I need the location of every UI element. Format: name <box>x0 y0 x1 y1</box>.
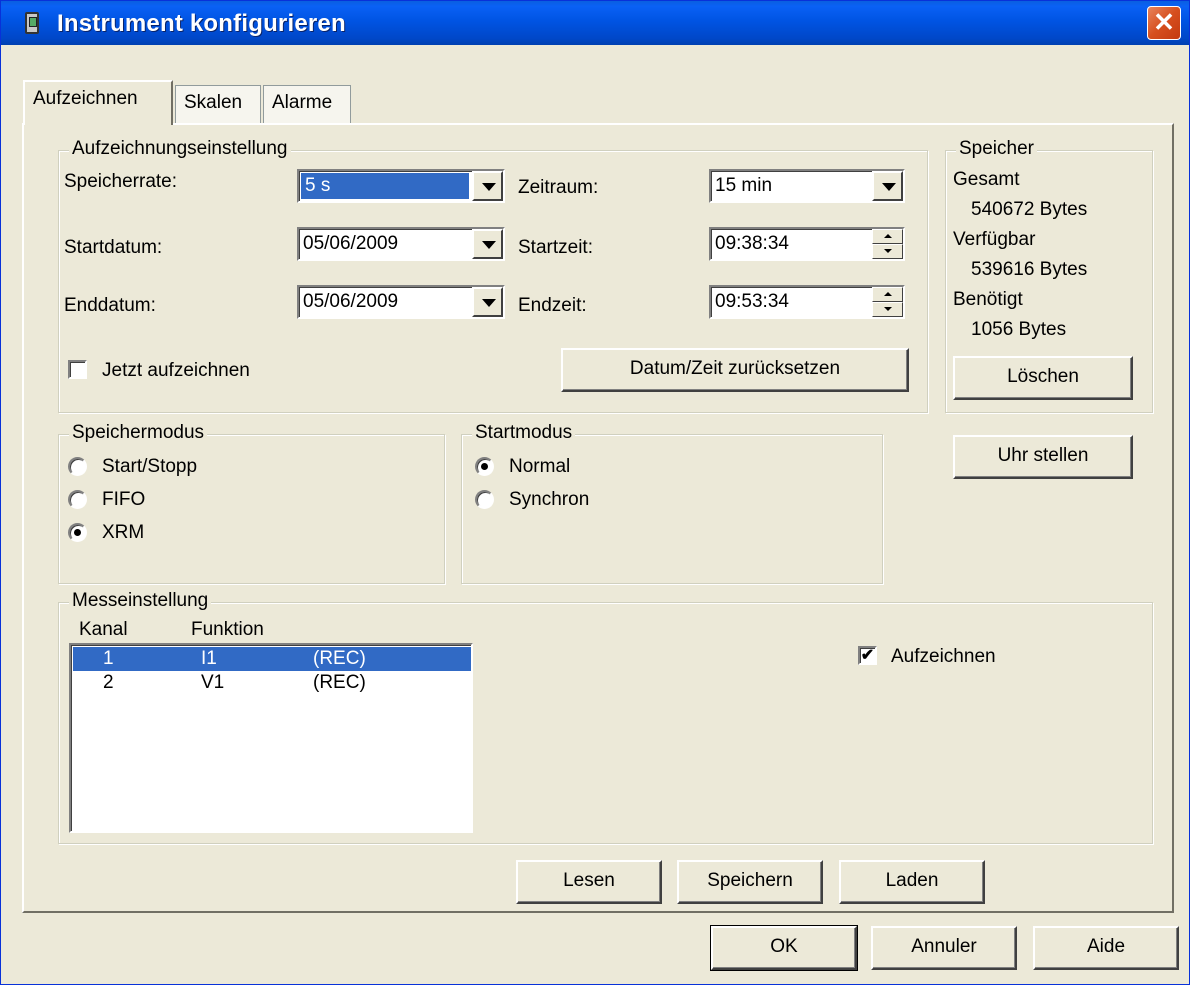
read-button[interactable]: Lesen <box>516 860 662 904</box>
channel-list[interactable]: 1 I1 (REC) 2 V1 (REC) <box>69 643 473 833</box>
cancel-button[interactable]: Annuler <box>871 926 1017 970</box>
tab-label: Alarme <box>272 92 333 113</box>
enddatum-label: Enddatum: <box>64 295 156 316</box>
group-label: Speichermodus <box>69 422 208 444</box>
start-mode-option: Normal <box>509 456 571 477</box>
storage-mode-option: XRM <box>102 522 145 543</box>
channel-status: (REC) <box>313 648 366 669</box>
zeitraum-label: Zeitraum: <box>518 177 599 198</box>
instrument-icon <box>25 12 39 34</box>
list-item[interactable]: 2 V1 (REC) <box>73 671 471 695</box>
group-label: Speicher <box>956 138 1037 160</box>
column-header-funktion[interactable]: Funktion <box>191 619 264 641</box>
delete-button[interactable]: Löschen <box>953 356 1133 400</box>
channel-number: 2 <box>103 672 114 693</box>
spin-up-icon[interactable] <box>872 287 903 302</box>
chevron-down-icon[interactable] <box>472 171 503 201</box>
speicherrate-label: Speicherrate: <box>64 171 178 192</box>
ok-button[interactable]: OK <box>710 925 858 971</box>
chevron-down-icon[interactable] <box>472 287 503 317</box>
memory-total-label: Gesamt <box>953 169 1020 190</box>
column-header-kanal[interactable]: Kanal <box>79 619 128 641</box>
endzeit-spinner[interactable] <box>872 287 903 317</box>
channel-function: V1 <box>201 672 225 693</box>
storage-mode-radio-xrm[interactable] <box>68 523 87 542</box>
tab-aufzeichnen[interactable]: Aufzeichnen <box>23 80 173 125</box>
chevron-down-icon[interactable] <box>872 171 903 201</box>
save-button[interactable]: Speichern <box>677 860 823 904</box>
start-mode-option: Synchron <box>509 489 590 510</box>
window-title: Instrument konfigurieren <box>57 10 346 37</box>
dialog-window: Instrument konfigurieren ✕ Aufzeichnen S… <box>0 0 1190 985</box>
endzeit-value: 09:53:34 <box>715 291 789 312</box>
record-channel-label: Aufzeichnen <box>891 646 996 667</box>
start-mode-radio-synchron[interactable] <box>475 490 494 509</box>
startzeit-value: 09:38:34 <box>715 233 789 254</box>
speicherrate-value: 5 s <box>301 173 469 199</box>
record-channel-checkbox[interactable]: ✔ <box>858 646 877 665</box>
storage-mode-option: FIFO <box>102 489 146 510</box>
list-item[interactable]: 1 I1 (REC) <box>73 647 471 671</box>
enddatum-picker[interactable]: 05/06/2009 <box>297 285 505 319</box>
startzeit-spinner[interactable] <box>872 229 903 259</box>
close-button[interactable]: ✕ <box>1147 6 1181 40</box>
zeitraum-value: 15 min <box>715 175 773 196</box>
storage-mode-option: Start/Stopp <box>102 456 198 477</box>
startdatum-label: Startdatum: <box>64 237 163 258</box>
zeitraum-select[interactable]: 15 min <box>709 169 905 203</box>
memory-available-value: 539616 Bytes <box>971 259 1088 280</box>
startdatum-picker[interactable]: 05/06/2009 <box>297 227 505 261</box>
memory-total-value: 540672 Bytes <box>971 199 1088 220</box>
help-button[interactable]: Aide <box>1033 926 1179 970</box>
memory-required-label: Benötigt <box>953 289 1023 310</box>
channel-status: (REC) <box>313 672 366 693</box>
spin-down-icon[interactable] <box>872 302 903 317</box>
memory-required-value: 1056 Bytes <box>971 319 1067 340</box>
storage-mode-radio-startstopp[interactable] <box>68 457 87 476</box>
record-now-label: Jetzt aufzeichnen <box>102 360 250 381</box>
startzeit-label: Startzeit: <box>518 237 593 258</box>
startdatum-value: 05/06/2009 <box>303 233 399 254</box>
group-label: Startmodus <box>472 422 576 444</box>
startzeit-field[interactable]: 09:38:34 <box>709 227 905 261</box>
group-label: Aufzeichnungseinstellung <box>69 138 291 160</box>
enddatum-value: 05/06/2009 <box>303 291 399 312</box>
memory-available-label: Verfügbar <box>953 229 1036 250</box>
speicherrate-select[interactable]: 5 s <box>297 169 505 203</box>
tab-label: Aufzeichnen <box>33 88 138 109</box>
spin-up-icon[interactable] <box>872 229 903 244</box>
spin-down-icon[interactable] <box>872 244 903 259</box>
storage-mode-radio-fifo[interactable] <box>68 490 87 509</box>
load-button[interactable]: Laden <box>839 860 985 904</box>
set-clock-button[interactable]: Uhr stellen <box>953 435 1133 479</box>
tab-alarme[interactable]: Alarme <box>263 85 351 123</box>
tab-skalen[interactable]: Skalen <box>175 85 261 123</box>
record-now-checkbox[interactable] <box>68 360 87 379</box>
endzeit-field[interactable]: 09:53:34 <box>709 285 905 319</box>
title-bar[interactable]: Instrument konfigurieren ✕ <box>1 1 1189 45</box>
start-mode-radio-normal[interactable] <box>475 457 494 476</box>
tab-label: Skalen <box>184 92 243 113</box>
endzeit-label: Endzeit: <box>518 295 587 316</box>
chevron-down-icon[interactable] <box>472 229 503 259</box>
reset-datetime-button[interactable]: Datum/Zeit zurücksetzen <box>561 348 909 392</box>
channel-number: 1 <box>103 648 114 669</box>
channel-function: I1 <box>201 648 217 669</box>
group-label: Messeinstellung <box>69 590 212 612</box>
